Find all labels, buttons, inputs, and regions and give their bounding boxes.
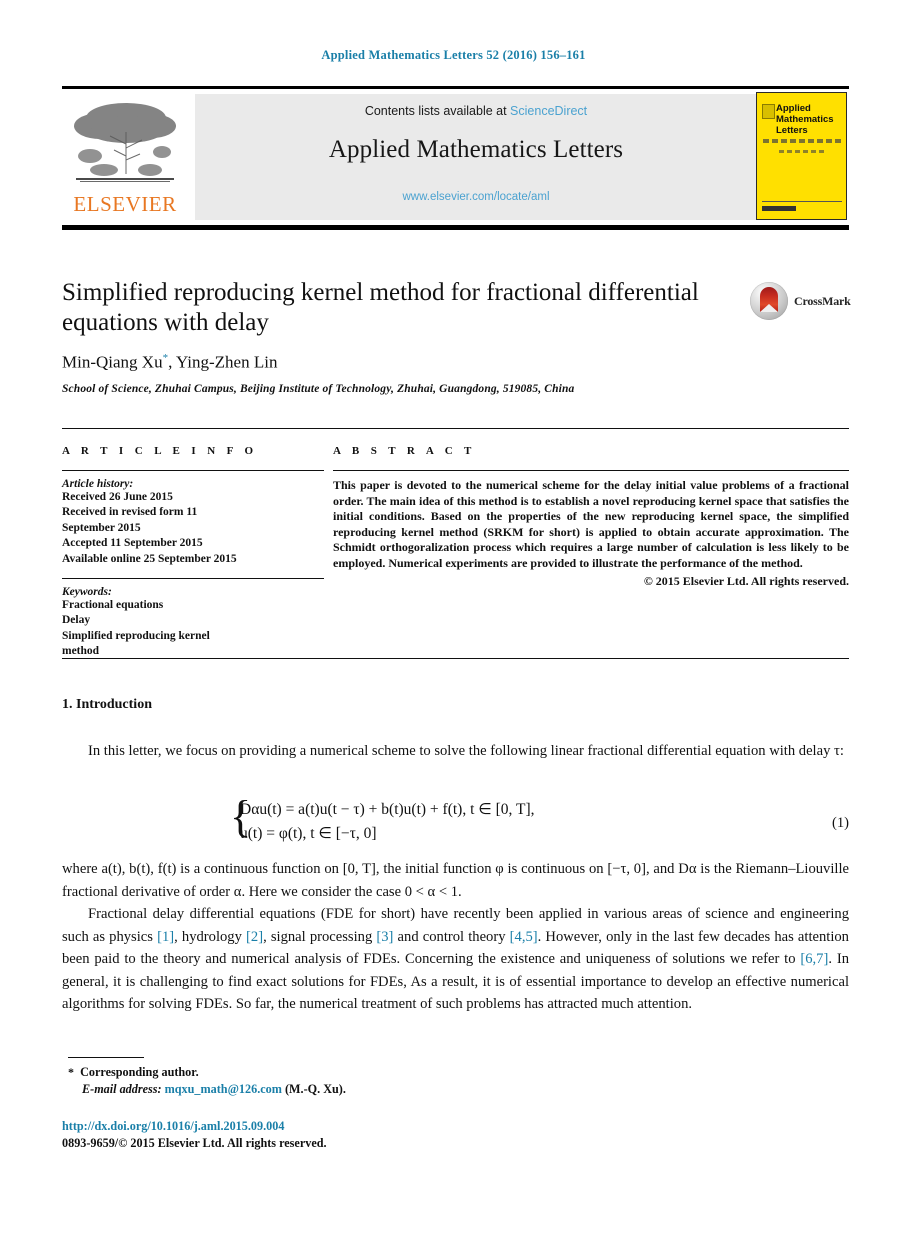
title-block: Simplified reproducing kernel method for… [62, 278, 722, 338]
citation-ref-1[interactable]: [1] [157, 929, 174, 945]
intro-paragraph-1: In this letter, we focus on providing a … [88, 743, 844, 759]
intro-body-text: where a(t), b(t), f(t) is a continuous f… [62, 858, 849, 1016]
keyword-item: Simplified reproducing kernel [62, 629, 210, 642]
equation-line-2: u(t) = φ(t), t ∈ [−τ, 0] [240, 825, 377, 842]
page-title: Simplified reproducing kernel method for… [62, 279, 699, 336]
footnote-rule [68, 1057, 144, 1058]
journal-cover-thumbnail[interactable]: Applied Mathematics Letters [756, 92, 847, 220]
equation-line-1: Dαu(t) = a(t)u(t − τ) + b(t)u(t) + f(t),… [240, 801, 535, 818]
abstract-band-top-rule [62, 428, 849, 429]
history-item: September 2015 [62, 521, 141, 534]
masthead-top-rule [62, 86, 849, 89]
elsevier-tree-icon [74, 103, 176, 182]
abstract-text: This paper is devoted to the numerical s… [333, 478, 849, 570]
history-item: Accepted 11 September 2015 [62, 537, 203, 550]
corresponding-author-text: Corresponding author. [80, 1065, 199, 1079]
doi-link[interactable]: http://dx.doi.org/10.1016/j.aml.2015.09.… [62, 1118, 327, 1135]
history-item: Available online 25 September 2015 [62, 552, 237, 565]
corresponding-author-note: * Corresponding author. [68, 1064, 568, 1081]
journal-masthead: ELSEVIER Contents lists available at Sci… [62, 86, 849, 230]
para3-seg-d: and control theory [393, 928, 510, 945]
crossmark-icon [750, 282, 788, 320]
cover-header-strip [763, 97, 842, 101]
equation-1: { Dαu(t) = a(t)u(t − τ) + b(t)u(t) + f(t… [62, 795, 849, 856]
crossmark-badge[interactable]: CrossMark [750, 282, 851, 322]
article-info-column: A R T I C L E I N F O Article history: R… [62, 445, 324, 660]
author-primary: Min-Qiang Xu [62, 352, 163, 372]
equation-body: Dαu(t) = a(t)u(t − τ) + b(t)u(t) + f(t),… [240, 798, 535, 846]
affiliation: School of Science, Zhuhai Campus, Beijin… [62, 383, 575, 395]
equation-number: (1) [831, 815, 849, 831]
sciencedirect-link[interactable]: ScienceDirect [510, 104, 587, 118]
elsevier-logo: ELSEVIER [66, 96, 184, 220]
cover-title: Applied Mathematics Letters [776, 103, 844, 136]
cover-foot-rule [762, 201, 842, 202]
abstract-column: A B S T R A C T This paper is devoted to… [333, 445, 849, 589]
keyword-item: Fractional equations [62, 599, 164, 612]
journal-title: Applied Mathematics Letters [328, 136, 624, 163]
doi-block: http://dx.doi.org/10.1016/j.aml.2015.09.… [62, 1118, 327, 1152]
para3-seg-c: , signal processing [263, 928, 377, 945]
contents-available-line: Contents lists available at ScienceDirec… [195, 104, 757, 118]
email-note: E-mail address: mqxu_math@126.com (M.-Q.… [68, 1081, 568, 1098]
abstract-rule [333, 470, 849, 471]
cover-foot-mark [762, 206, 796, 211]
para3-seg-b: , hydrology [174, 928, 247, 945]
crossmark-notch-shape [760, 304, 778, 312]
elsevier-wordmark: ELSEVIER [73, 192, 177, 216]
email-owner: (M.-Q. Xu). [284, 1082, 346, 1096]
author-list: Min-Qiang Xu*, Ying-Zhen Lin [62, 352, 277, 373]
article-history-label: Article history: [62, 478, 134, 490]
abstract-copyright: © 2015 Elsevier Ltd. All rights reserved… [643, 573, 849, 588]
intro-paragraph-2: where a(t), b(t), f(t) is a continuous f… [62, 861, 849, 900]
running-head: Applied Mathematics Letters 52 (2016) 15… [321, 48, 586, 62]
citation-ref-2[interactable]: [2] [246, 929, 263, 945]
masthead-bottom-rule [62, 225, 849, 230]
cover-title-line1: Applied [776, 103, 811, 114]
history-item: Received in revised form 11 [62, 506, 198, 519]
journal-homepage-link[interactable]: www.elsevier.com/locate/aml [195, 191, 757, 203]
cover-subtitle-bar [763, 139, 843, 143]
issn-copyright: 0893-9659/© 2015 Elsevier Ltd. All right… [62, 1136, 327, 1150]
cover-title-line3: Letters [776, 125, 808, 136]
crossmark-label: CrossMark [794, 294, 851, 308]
citation-ref-4-5[interactable]: [4,5] [510, 929, 538, 945]
email-label: E-mail address: [82, 1082, 162, 1096]
history-item: Received 26 June 2015 [62, 491, 173, 503]
cover-title-line2: Mathematics [776, 114, 834, 125]
article-info-heading: A R T I C L E I N F O [62, 445, 258, 457]
cover-editor-bar [779, 150, 827, 153]
citation-ref-6-7[interactable]: [6,7] [800, 951, 828, 967]
abstract-band-bottom-rule [62, 658, 849, 659]
author-secondary: , Ying-Zhen Lin [168, 352, 278, 372]
keywords-label: Keywords: [62, 586, 112, 599]
intro-paragraph-3: Fractional delay differential equations … [62, 903, 849, 1016]
keywords-rule [62, 578, 324, 580]
footnote-block: * Corresponding author. E-mail address: … [68, 1064, 568, 1098]
article-page: Applied Mathematics Letters 52 (2016) 15… [0, 0, 907, 1238]
abstract-heading: A B S T R A C T [333, 445, 476, 457]
asterisk-icon: * [68, 1065, 74, 1079]
contents-prefix: Contents lists available at [364, 104, 511, 118]
citation-ref-3[interactable]: [3] [376, 929, 393, 945]
keywords-block: Keywords: Fractional equations Delay Sim… [62, 578, 324, 660]
email-link[interactable]: mqxu_math@126.com [165, 1082, 282, 1096]
cover-publisher-badge [762, 104, 775, 119]
masthead-panel: Contents lists available at ScienceDirec… [195, 94, 757, 220]
article-info-rule [62, 470, 324, 471]
section-heading-introduction: 1. Introduction [62, 697, 152, 712]
keyword-item: Delay [62, 614, 91, 627]
